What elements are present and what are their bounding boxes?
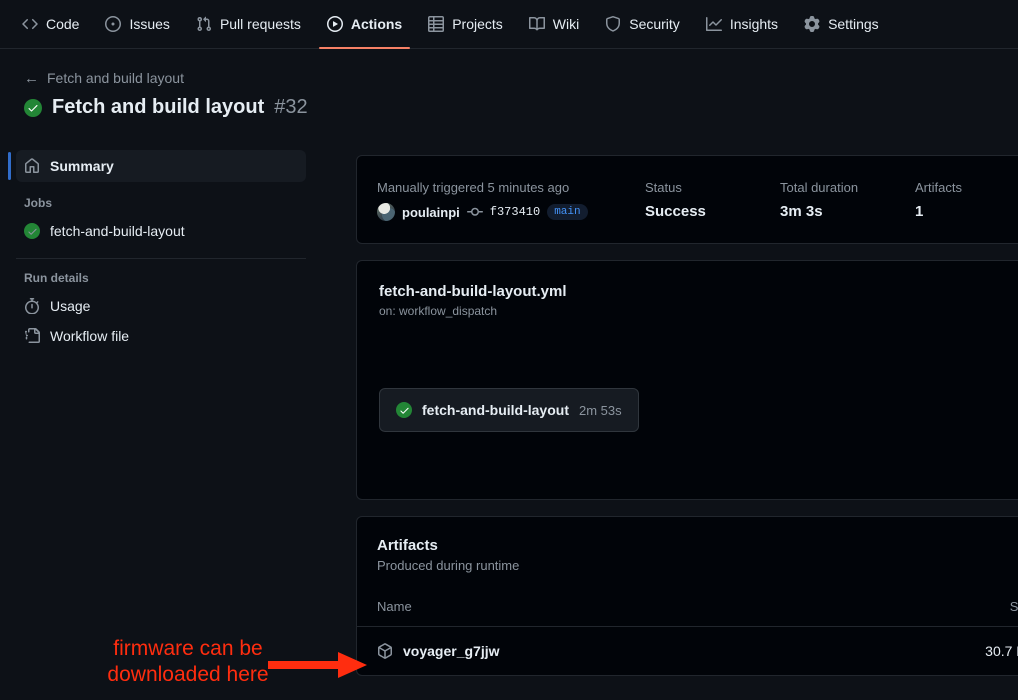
- sidebar-run-details-heading: Run details: [24, 271, 89, 285]
- artifacts-count-value: 1: [915, 203, 924, 220]
- back-link[interactable]: ← Fetch and build layout: [24, 70, 184, 86]
- arrow-left-icon: ←: [24, 69, 39, 87]
- avatar: [377, 203, 395, 221]
- run-main-column: Manually triggered 5 minutes ago poulain…: [356, 155, 1018, 692]
- table-icon: [428, 16, 445, 32]
- status-value: Success: [645, 203, 706, 220]
- nav-item-label: Code: [46, 16, 80, 32]
- sidebar-item-label: Summary: [50, 158, 114, 174]
- workflow-job-node[interactable]: fetch-and-build-layout 2m 53s: [379, 388, 639, 432]
- nav-item-insights[interactable]: Insights: [698, 0, 786, 49]
- table-row[interactable]: voyager_g7jjw 30.7 KB: [357, 627, 1018, 675]
- column-header-size: Size: [1009, 599, 1018, 614]
- sidebar-item-workflow-file[interactable]: Workflow file: [24, 321, 306, 351]
- nav-item-label: Projects: [452, 16, 503, 32]
- artifacts-title: Artifacts: [377, 537, 438, 554]
- run-title: Fetch and build layout: [52, 96, 265, 118]
- actions-run-page: Code Issues Pull requests Actions Projec: [0, 0, 1018, 700]
- sidebar-item-job[interactable]: fetch-and-build-layout: [24, 216, 306, 246]
- commit-sha[interactable]: f373410: [490, 205, 540, 219]
- sidebar-item-label: fetch-and-build-layout: [50, 223, 185, 239]
- check-circle-icon: [24, 98, 42, 117]
- graph-icon: [705, 16, 722, 32]
- annotation-arrow-icon: [268, 650, 368, 685]
- nav-item-code[interactable]: Code: [14, 0, 87, 49]
- run-sidebar: Summary Jobs fetch-and-build-layout Run …: [0, 150, 330, 351]
- book-icon: [528, 16, 545, 32]
- sidebar-jobs-group: Jobs fetch-and-build-layout: [0, 196, 330, 246]
- summary-status-column: Status Success: [645, 180, 780, 221]
- git-commit-icon: [466, 204, 483, 220]
- artifacts-card: Artifacts Produced during runtime Name S…: [356, 516, 1018, 676]
- nav-item-security[interactable]: Security: [597, 0, 688, 49]
- branch-badge[interactable]: main: [547, 204, 588, 220]
- duration-value: 3m 3s: [780, 203, 823, 220]
- gear-icon: [804, 16, 820, 32]
- sidebar-item-usage[interactable]: Usage: [24, 291, 306, 321]
- nav-item-label: Pull requests: [219, 16, 301, 32]
- sidebar-item-label: Workflow file: [50, 328, 130, 344]
- artifact-name[interactable]: voyager_g7jjw: [403, 643, 500, 659]
- job-node-duration: 2m 53s: [579, 402, 622, 418]
- nav-item-label: Actions: [350, 16, 403, 32]
- back-link-label: Fetch and build layout: [47, 70, 184, 86]
- nav-item-projects[interactable]: Projects: [420, 0, 511, 49]
- sidebar-jobs-heading: Jobs: [24, 196, 53, 210]
- code-icon: [22, 16, 38, 32]
- shield-icon: [605, 16, 621, 32]
- check-circle-icon: [396, 402, 412, 418]
- stopwatch-icon: [24, 298, 40, 314]
- status-label: Status: [645, 180, 682, 195]
- summary-artifacts-column: Artifacts 1: [915, 180, 988, 221]
- home-icon: [24, 158, 40, 174]
- sidebar-item-label: Usage: [50, 298, 91, 314]
- summary-trigger-column: Manually triggered 5 minutes ago poulain…: [377, 180, 645, 221]
- file-code-icon: [24, 328, 40, 344]
- issue-opened-icon: [105, 16, 122, 32]
- trigger-label: Manually triggered 5 minutes ago: [377, 180, 570, 195]
- artifacts-table-header: Name Size: [357, 573, 1018, 627]
- workflow-file-name: fetch-and-build-layout.yml: [379, 283, 567, 300]
- sidebar-item-summary[interactable]: Summary: [8, 150, 306, 182]
- repository-nav: Code Issues Pull requests Actions Projec: [0, 0, 1018, 49]
- nav-item-issues[interactable]: Issues: [97, 0, 177, 49]
- nav-item-settings[interactable]: Settings: [796, 0, 887, 49]
- package-icon: [377, 643, 393, 659]
- nav-item-label: Insights: [729, 16, 779, 32]
- nav-item-label: Wiki: [552, 16, 580, 32]
- check-circle-icon: [24, 223, 40, 239]
- summary-duration-column: Total duration 3m 3s: [780, 180, 915, 221]
- page-title: Fetch and build layout #32: [24, 96, 308, 119]
- annotation-text: firmware can be downloaded here: [107, 637, 269, 686]
- nav-item-label: Security: [629, 16, 680, 32]
- artifact-size: 30.7 KB: [985, 643, 1018, 659]
- sidebar-divider: [16, 258, 306, 259]
- nav-item-actions[interactable]: Actions: [318, 0, 411, 49]
- sidebar-run-details-group: Run details Usage Workflow file: [0, 271, 330, 351]
- run-number: #32: [274, 96, 308, 118]
- workflow-graph-card: fetch-and-build-layout.yml on: workflow_…: [356, 260, 1018, 500]
- play-icon: [326, 16, 343, 32]
- column-header-name: Name: [377, 599, 412, 614]
- git-pull-request-icon: [196, 16, 212, 32]
- nav-item-wiki[interactable]: Wiki: [521, 0, 587, 49]
- nav-item-label: Issues: [129, 16, 170, 32]
- workflow-trigger-text: on: workflow_dispatch: [379, 304, 498, 318]
- job-node-name: fetch-and-build-layout: [422, 402, 569, 418]
- run-summary-card: Manually triggered 5 minutes ago poulain…: [356, 155, 1018, 244]
- artifacts-subtitle: Produced during runtime: [377, 558, 520, 573]
- nav-item-pull-requests[interactable]: Pull requests: [188, 0, 309, 49]
- artifacts-count-label: Artifacts: [915, 180, 962, 195]
- actor-username[interactable]: poulainpi: [402, 205, 460, 220]
- nav-item-label: Settings: [828, 16, 879, 32]
- duration-label: Total duration: [780, 180, 859, 195]
